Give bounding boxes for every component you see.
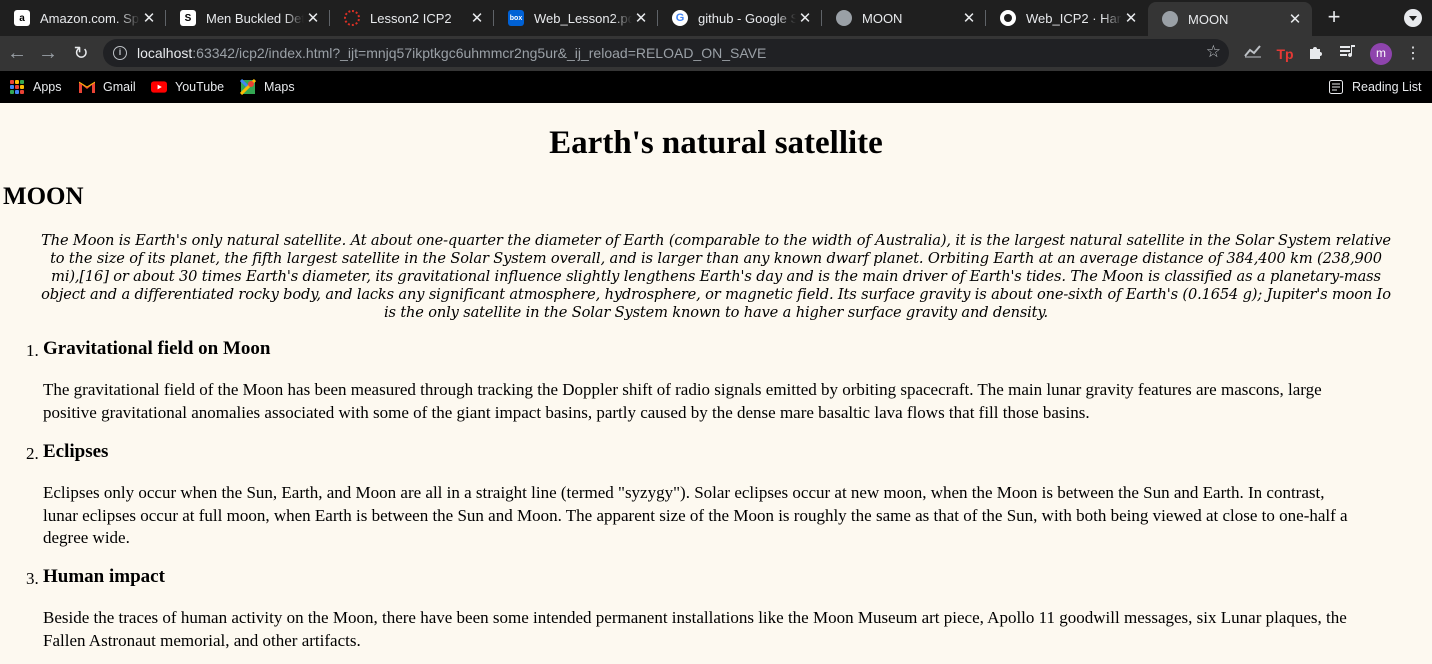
- intro-line: to the size of its planet, the fifth lar…: [50, 250, 1382, 267]
- tab-amazon[interactable]: a Amazon.com. Spend less. Smile more. ✕: [0, 0, 166, 36]
- bookmark-maps[interactable]: Maps: [240, 71, 295, 103]
- tab-title: Men Buckled Detail Sneakers: [206, 10, 304, 26]
- bookmark-label: YouTube: [175, 80, 225, 94]
- tp-extension-icon[interactable]: Tp: [1275, 44, 1295, 64]
- close-tab-icon[interactable]: ✕: [140, 9, 158, 27]
- close-tab-icon[interactable]: ✕: [632, 9, 650, 27]
- section-heading: Human impact: [43, 566, 165, 587]
- browser-toolbar: ← → ↻ i localhost:63342/icp2/index.html?…: [0, 36, 1432, 71]
- amazon-icon: a: [14, 10, 30, 26]
- close-tab-icon[interactable]: ✕: [1286, 10, 1304, 28]
- tab-title: MOON: [862, 10, 903, 26]
- reading-list-button[interactable]: Reading List: [1328, 71, 1422, 103]
- media-control-icon[interactable]: [1338, 44, 1358, 64]
- list-number: 2.: [26, 444, 39, 463]
- tab-google-search[interactable]: G github - Google Search ✕: [658, 0, 822, 36]
- globe-icon: [1162, 11, 1178, 27]
- list-number: 1.: [26, 341, 39, 360]
- url-host: localhost: [137, 45, 193, 61]
- section-heading: Gravitational field on Moon: [43, 338, 271, 359]
- section-line: Beside the traces of human activity on t…: [43, 608, 1347, 627]
- back-arrow-icon[interactable]: ←: [5, 41, 29, 65]
- tab-sneakers[interactable]: S Men Buckled Detail Sneakers ✕: [166, 0, 330, 36]
- youtube-icon: [151, 79, 167, 95]
- new-tab-button[interactable]: +: [1322, 6, 1346, 30]
- reading-list-icon: [1328, 79, 1344, 95]
- web-page: Earth's natural satellite MOON The Moon …: [0, 103, 1432, 664]
- section-line: degree wide.: [43, 528, 130, 547]
- intro-line: is the only satellite in the Solar Syste…: [383, 304, 1049, 321]
- close-tab-icon[interactable]: ✕: [304, 9, 322, 27]
- url-path: :63342/icp2/index.html?_ijt=mnjq57ikptkg…: [192, 45, 767, 61]
- address-bar[interactable]: i localhost:63342/icp2/index.html?_ijt=m…: [103, 39, 1229, 67]
- tab-github-web-icp2[interactable]: Web_ICP2 · Harsha ✕: [986, 0, 1148, 36]
- bookmark-label: Gmail: [103, 80, 136, 94]
- section-body: The gravitational field of the Moon has …: [43, 379, 1427, 424]
- analytics-extension-icon[interactable]: [1243, 44, 1263, 64]
- bookmarks-bar: Apps Gmail YouTube Maps Reading List: [0, 71, 1432, 103]
- intro-line: object and a differentiated rocky body, …: [41, 286, 1391, 303]
- tab-title: MOON: [1188, 11, 1229, 27]
- tab-title: Web_ICP2 · Harsha: [1026, 10, 1122, 26]
- forward-arrow-icon[interactable]: →: [36, 41, 60, 65]
- tab-title: Lesson2 ICP2: [370, 10, 452, 26]
- bookmark-label: Maps: [264, 80, 295, 94]
- bookmark-gmail[interactable]: Gmail: [79, 71, 136, 103]
- extensions-puzzle-icon[interactable]: [1306, 44, 1326, 64]
- maps-icon: [240, 79, 256, 95]
- tab-moon-active[interactable]: MOON ✕: [1148, 2, 1312, 36]
- close-tab-icon[interactable]: ✕: [1122, 9, 1140, 27]
- intro-line: The Moon is Earth's only natural satelli…: [41, 232, 1391, 249]
- section-line: lunar eclipses occur at full moon, when …: [43, 505, 1348, 525]
- close-tab-icon[interactable]: ✕: [960, 9, 978, 27]
- reload-icon[interactable]: ↻: [69, 41, 93, 65]
- bookmark-star-icon[interactable]: ☆: [1206, 42, 1221, 62]
- section-body: Beside the traces of human activity on t…: [43, 607, 1427, 652]
- close-tab-icon[interactable]: ✕: [796, 9, 814, 27]
- profile-avatar[interactable]: m: [1370, 43, 1392, 65]
- page-title: Earth's natural satellite: [549, 125, 883, 161]
- close-tab-icon[interactable]: ✕: [468, 9, 486, 27]
- bookmark-youtube[interactable]: YouTube: [151, 71, 224, 103]
- url-text[interactable]: localhost:63342/icp2/index.html?_ijt=mnj…: [137, 45, 766, 61]
- intro-paragraph: The Moon is Earth's only natural satelli…: [4, 232, 1428, 322]
- section-line: positive gravitational anomalies associa…: [43, 402, 1090, 422]
- s-logo-icon: S: [180, 10, 196, 26]
- bookmark-apps[interactable]: Apps: [9, 71, 62, 103]
- intro-line: mi),[16] or about 30 times Earth's diame…: [51, 268, 1381, 285]
- section-body: Eclipses only occur when the Sun, Earth,…: [43, 482, 1427, 550]
- tab-title: Amazon.com. Spend less. Smile more.: [40, 10, 140, 26]
- box-icon: box: [508, 10, 524, 26]
- globe-icon: [836, 10, 852, 26]
- site-info-icon[interactable]: i: [113, 46, 127, 60]
- tab-title: github - Google Search: [698, 10, 796, 26]
- section-line: Fallen Astronaut memorial, and other art…: [43, 630, 361, 650]
- reading-list-label: Reading List: [1352, 80, 1422, 94]
- google-icon: G: [672, 10, 688, 26]
- section-line: Eclipses only occur when the Sun, Earth,…: [43, 483, 1325, 502]
- bookmark-label: Apps: [33, 80, 62, 94]
- tab-moon[interactable]: MOON ✕: [822, 0, 986, 36]
- browser-menu-icon[interactable]: ⋮: [1404, 43, 1422, 65]
- loading-ring-icon: [344, 10, 360, 26]
- github-icon: [1000, 10, 1016, 26]
- tab-title: Web_Lesson2.pdf: [534, 10, 632, 26]
- tab-web-lesson2-pdf[interactable]: box Web_Lesson2.pdf ✕: [494, 0, 658, 36]
- tab-search-icon[interactable]: [1404, 9, 1422, 27]
- tab-strip: a Amazon.com. Spend less. Smile more. ✕ …: [0, 0, 1432, 36]
- page-heading: MOON: [3, 183, 84, 210]
- section-line: The gravitational field of the Moon has …: [43, 380, 1322, 399]
- list-number: 3.: [26, 569, 39, 588]
- section-heading: Eclipses: [43, 441, 109, 462]
- apps-grid-icon: [9, 79, 25, 95]
- tab-lesson2[interactable]: Lesson2 ICP2 ✕: [330, 0, 494, 36]
- gmail-icon: [79, 79, 95, 95]
